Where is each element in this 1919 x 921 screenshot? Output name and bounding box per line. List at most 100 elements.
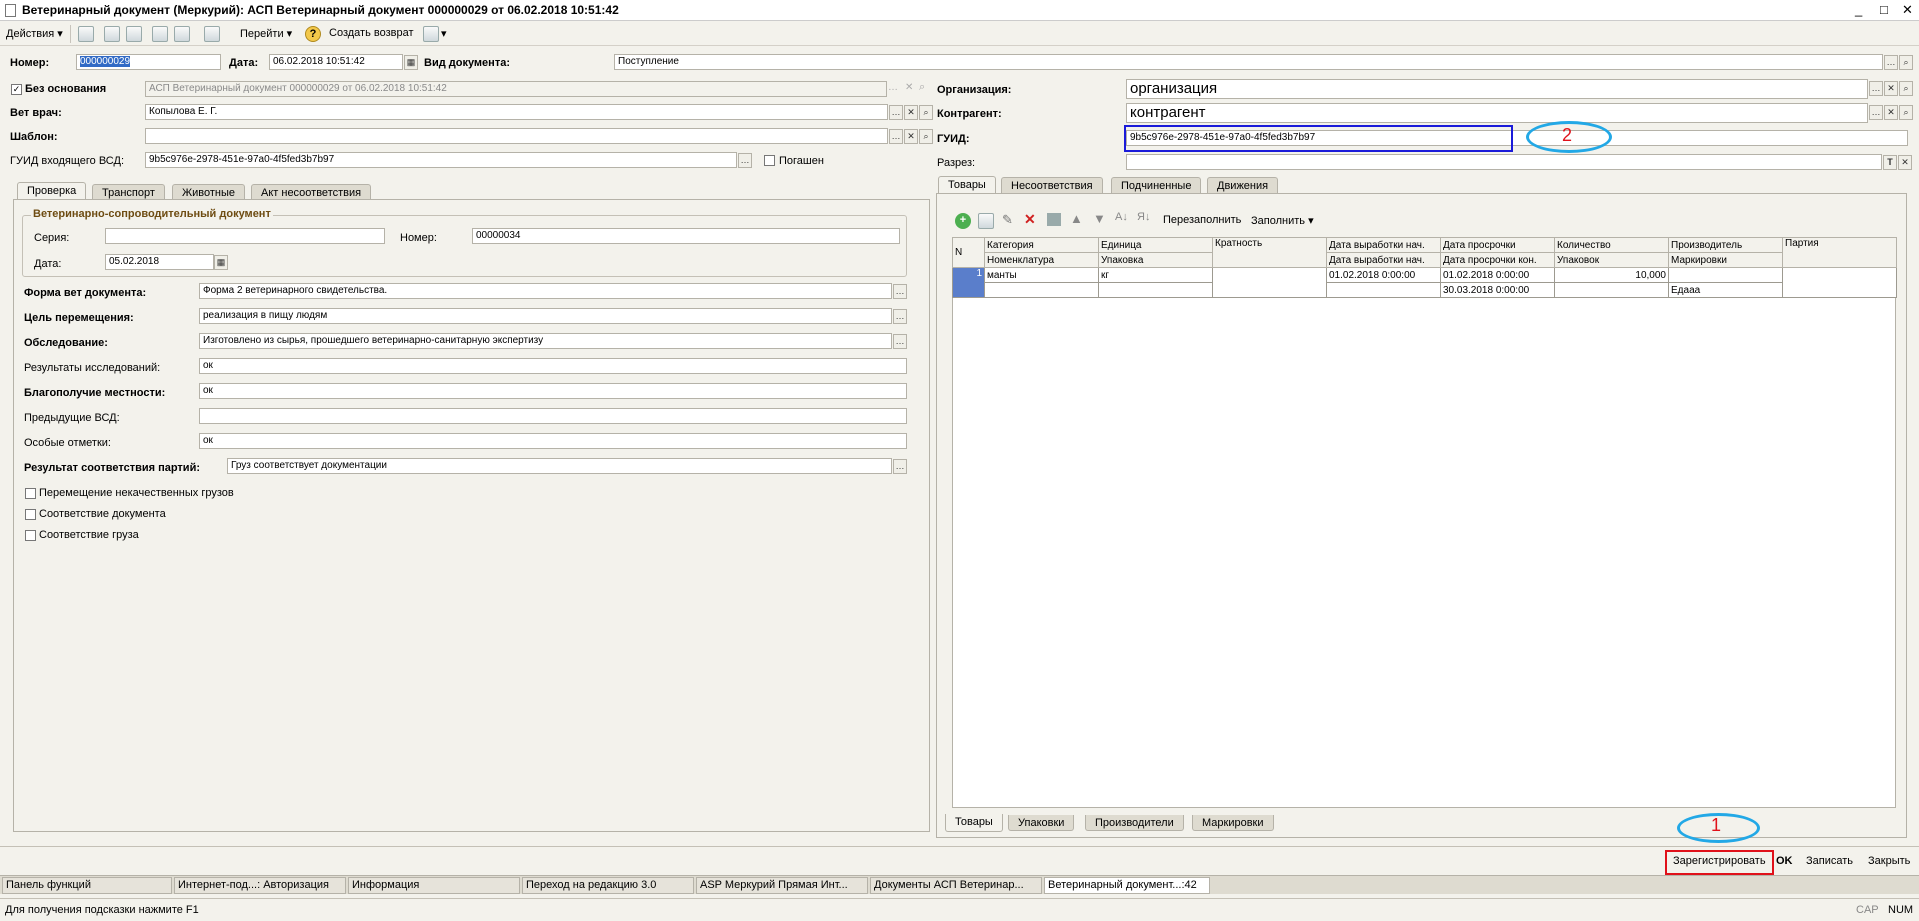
tab-producers[interactable]: Производители [1085, 815, 1184, 831]
col-expiry[interactable]: Дата просрочки [1440, 237, 1555, 253]
cell-expiry-end[interactable]: 30.03.2018 0:00:00 [1440, 282, 1555, 298]
template-search-icon[interactable]: ⌕ [919, 129, 933, 144]
cell-markings[interactable]: Едааа [1668, 282, 1783, 298]
move-up-icon[interactable]: ▲ [1070, 211, 1083, 226]
task-internet-auth[interactable]: Интернет-под...: Авторизация [174, 877, 346, 894]
cell-prod-date-2[interactable] [1326, 282, 1441, 298]
goto-menu[interactable]: Перейти ▾ [240, 27, 292, 40]
org-search-icon[interactable]: ⌕ [1899, 81, 1913, 96]
task-functions-panel[interactable]: Панель функций [2, 877, 172, 894]
col-packages[interactable]: Упаковок [1554, 252, 1669, 268]
col-prod-date-2[interactable]: Дата выработки нач. [1326, 252, 1441, 268]
maximize-button[interactable]: □ [1880, 2, 1888, 17]
close-window-button[interactable]: ✕ [1902, 2, 1913, 18]
number-field[interactable]: 000000029 [76, 54, 221, 70]
edit-row-icon[interactable]: ✎ [1002, 212, 1013, 228]
cell-producer[interactable] [1668, 267, 1783, 283]
cell-batch[interactable] [1782, 267, 1897, 298]
org-field[interactable]: организация [1126, 79, 1868, 99]
create-return-button[interactable]: Создать возврат [329, 27, 414, 39]
col-package[interactable]: Упаковка [1098, 252, 1213, 268]
print-dropdown[interactable]: ▾ [441, 27, 447, 40]
tab-bottom-goods[interactable]: Товары [945, 814, 1003, 832]
save-button[interactable]: Записать [1806, 855, 1853, 867]
refresh-icon[interactable] [126, 26, 142, 42]
register-button[interactable]: Зарегистрировать [1673, 855, 1766, 867]
cell-multiplicity[interactable] [1212, 267, 1327, 298]
cell-category[interactable]: манты [984, 267, 1099, 283]
vet-field[interactable]: Копылова Е. Г. [145, 104, 888, 120]
refill-button[interactable]: Перезаполнить [1163, 214, 1241, 226]
vsd-date-field[interactable]: 05.02.2018 [105, 254, 214, 270]
purpose-select-button[interactable]: … [893, 309, 907, 324]
guid-in-field[interactable]: 9b5c976e-2978-451e-97a0-4f5fed3b7b97 [145, 152, 737, 168]
col-markings[interactable]: Маркировки [1668, 252, 1783, 268]
low-quality-checkbox[interactable] [25, 488, 36, 499]
tab-transport[interactable]: Транспорт [92, 184, 165, 200]
table-row[interactable]: 1 манты кг 01.02.2018 0:00:00 01.02.2018… [952, 267, 1897, 298]
col-n[interactable]: N [952, 237, 985, 268]
col-producer[interactable]: Производитель [1668, 237, 1783, 253]
cell-expiry[interactable]: 01.02.2018 0:00:00 [1440, 267, 1555, 283]
purpose-field[interactable]: реализация в пищу людям [199, 308, 892, 324]
template-field[interactable] [145, 128, 888, 144]
col-category[interactable]: Категория [984, 237, 1099, 253]
tab-markings[interactable]: Маркировки [1192, 815, 1274, 831]
sort-asc-icon[interactable]: A↓ [1115, 211, 1128, 223]
org-select-button[interactable]: … [1869, 81, 1883, 96]
move-down-icon[interactable]: ▼ [1093, 211, 1106, 226]
no-basis-checkbox[interactable]: ✓ [11, 84, 22, 95]
tab-mismatches[interactable]: Несоответствия [1001, 177, 1103, 193]
welfare-field[interactable]: ок [199, 383, 907, 399]
delete-row-icon[interactable]: ✕ [1024, 211, 1036, 228]
guid-in-select-button[interactable]: … [738, 153, 752, 168]
tab-movements[interactable]: Движения [1207, 177, 1279, 193]
cell-quantity[interactable]: 10,000 [1554, 267, 1669, 283]
table-row[interactable]: 30.03.2018 0:00:00 Едааа [953, 282, 1897, 298]
contractor-clear-icon[interactable]: ✕ [1884, 105, 1898, 120]
research-field[interactable]: ок [199, 358, 907, 374]
minimize-button[interactable]: _ [1855, 2, 1862, 17]
cell-prod-date[interactable]: 01.02.2018 0:00:00 [1326, 267, 1441, 283]
series-field[interactable] [105, 228, 385, 244]
add-row-icon[interactable]: + [955, 213, 971, 229]
copy-row-icon[interactable] [978, 213, 994, 229]
contractor-select-button[interactable]: … [1869, 105, 1883, 120]
help-icon[interactable]: ? [305, 26, 321, 42]
tab-animals[interactable]: Животные [172, 184, 246, 200]
vsd-calendar-icon[interactable]: ▦ [214, 255, 228, 270]
row-number-cell[interactable]: 1 [952, 267, 985, 298]
goto-icon[interactable] [204, 26, 220, 42]
tab-check[interactable]: Проверка [17, 182, 87, 200]
col-unit[interactable]: Единица [1098, 237, 1213, 253]
contractor-field[interactable]: контрагент [1126, 103, 1868, 123]
print-preview-icon[interactable] [104, 26, 120, 42]
org-clear-icon[interactable]: ✕ [1884, 81, 1898, 96]
cargo-match-checkbox[interactable] [25, 530, 36, 541]
vsd-number-field[interactable]: 00000034 [472, 228, 900, 244]
fill-menu[interactable]: Заполнить ▾ [1251, 214, 1314, 227]
template-clear-icon[interactable]: ✕ [904, 129, 918, 144]
date-field[interactable]: 06.02.2018 10:51:42 [269, 54, 403, 70]
special-field[interactable]: ок [199, 433, 907, 449]
doc-match-checkbox[interactable] [25, 509, 36, 520]
result-field[interactable]: Груз соответствует документации [227, 458, 892, 474]
vet-search-icon[interactable]: ⌕ [919, 105, 933, 120]
new-document-icon[interactable] [152, 26, 168, 42]
inspection-field[interactable]: Изготовлено из сырья, прошедшего ветерин… [199, 333, 892, 349]
tab-act-mismatch[interactable]: Акт несоответствия [251, 184, 372, 200]
task-mercury-integration[interactable]: ASP Меркурий Прямая Инт... [696, 877, 868, 894]
cell-nomenclature[interactable] [984, 282, 1099, 298]
section-text-button[interactable]: T [1883, 155, 1897, 170]
doctype-select-button[interactable]: … [1884, 55, 1898, 70]
doctype-search-icon[interactable]: ⌕ [1899, 55, 1913, 70]
end-edit-icon[interactable] [1047, 213, 1061, 226]
task-migrate[interactable]: Переход на редакцию 3.0 [522, 877, 694, 894]
calendar-icon[interactable]: ▦ [404, 55, 418, 70]
actions-menu[interactable]: Действия ▾ [6, 27, 63, 40]
col-expiry-end[interactable]: Дата просрочки кон. [1440, 252, 1555, 268]
ok-button[interactable]: OK [1776, 855, 1793, 867]
section-clear-icon[interactable]: ✕ [1898, 155, 1912, 170]
repaid-checkbox[interactable] [764, 155, 775, 166]
task-information[interactable]: Информация [348, 877, 520, 894]
